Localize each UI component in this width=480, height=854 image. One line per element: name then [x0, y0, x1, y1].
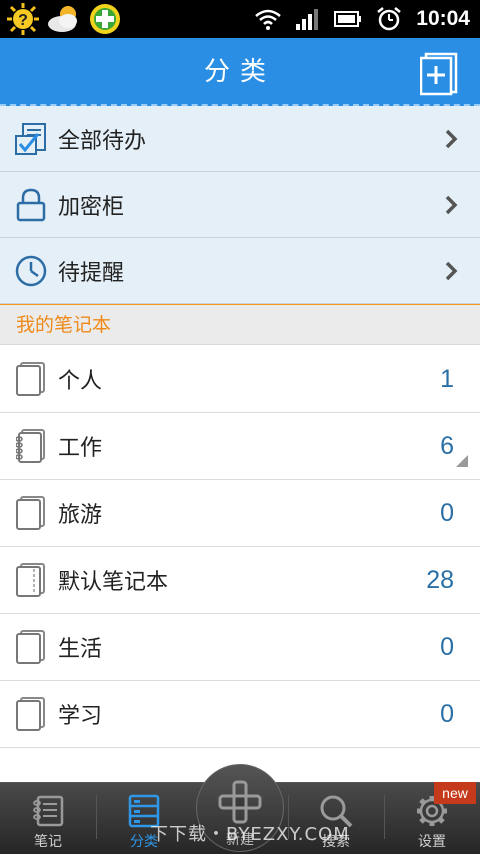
notebook-name: 默认笔记本 [58, 570, 169, 595]
chevron-right-icon [445, 261, 458, 281]
watermark: 下下载・BYEZXY.COM [150, 824, 350, 845]
signal-icon [296, 9, 319, 30]
notes-icon [33, 795, 64, 827]
notebook-name: 学习 [58, 704, 103, 729]
notebook-icon [16, 362, 45, 396]
spiral-notebook-icon [16, 429, 45, 463]
clock-icon [15, 255, 47, 286]
cloud-sun-icon [48, 6, 77, 32]
notebook-count: 6 [440, 432, 454, 460]
notebook-row[interactable]: 默认笔记本 28 [0, 547, 480, 614]
tab-notes[interactable]: 笔记 [0, 783, 96, 854]
menu-item-reminders[interactable]: 待提醒 [0, 238, 480, 304]
notebook-name: 旅游 [58, 503, 103, 528]
notebook-icon [16, 496, 45, 530]
tab-label: 设置 [418, 834, 446, 850]
default-notebook-icon [16, 563, 45, 597]
notebook-row[interactable]: 个人 1 [0, 346, 480, 413]
menu-item-all-todo[interactable]: 全部待办 [0, 106, 480, 172]
notebook-row[interactable]: 工作 6 [0, 413, 480, 480]
notebook-icon [16, 630, 45, 664]
new-badge: new [434, 782, 476, 804]
svg-text:?: ? [18, 12, 28, 29]
notebook-name: 生活 [58, 637, 103, 662]
notebook-name: 工作 [58, 436, 103, 461]
wifi-icon [255, 9, 282, 30]
status-bar: ? 10:04 [0, 0, 480, 38]
tab-label: 笔记 [34, 834, 62, 850]
alarm-icon [377, 7, 402, 31]
notebook-count: 0 [440, 633, 454, 661]
corner-indicator [456, 455, 468, 467]
notebook-row[interactable]: 生活 0 [0, 614, 480, 681]
battery-icon [334, 11, 362, 27]
notebook-count: 0 [440, 700, 454, 728]
category-menu: 全部待办 加密柜 待提醒 [0, 106, 480, 307]
plus-icon [218, 780, 262, 824]
chevron-right-icon [445, 129, 458, 149]
menu-item-label: 全部待办 [58, 128, 147, 154]
notebook-icon [16, 697, 45, 731]
lock-icon [16, 188, 46, 221]
section-title: 我的笔记本 [0, 305, 480, 345]
menu-item-label: 加密柜 [58, 194, 125, 220]
notebook-list: 个人 1 工作 6 旅游 0 默认笔记本 28 生活 0 学习 0 [0, 346, 480, 748]
notebook-count: 0 [440, 499, 454, 527]
notebook-row[interactable]: 旅游 0 [0, 480, 480, 547]
new-notebook-icon[interactable] [420, 50, 460, 96]
notebook-row[interactable]: 学习 0 [0, 681, 480, 748]
chevron-right-icon [445, 195, 458, 215]
notebook-name: 个人 [58, 369, 103, 394]
sun-question-icon: ? [7, 3, 39, 35]
status-time: 10:04 [416, 7, 470, 30]
page-title: 分类 [203, 57, 276, 87]
green-plus-icon [90, 4, 120, 34]
app-header: 分类 [0, 38, 480, 106]
notebook-count: 1 [440, 365, 454, 393]
todo-check-icon [15, 122, 46, 155]
notebook-count: 28 [426, 566, 454, 594]
menu-item-vault[interactable]: 加密柜 [0, 172, 480, 238]
menu-item-label: 待提醒 [58, 260, 125, 286]
